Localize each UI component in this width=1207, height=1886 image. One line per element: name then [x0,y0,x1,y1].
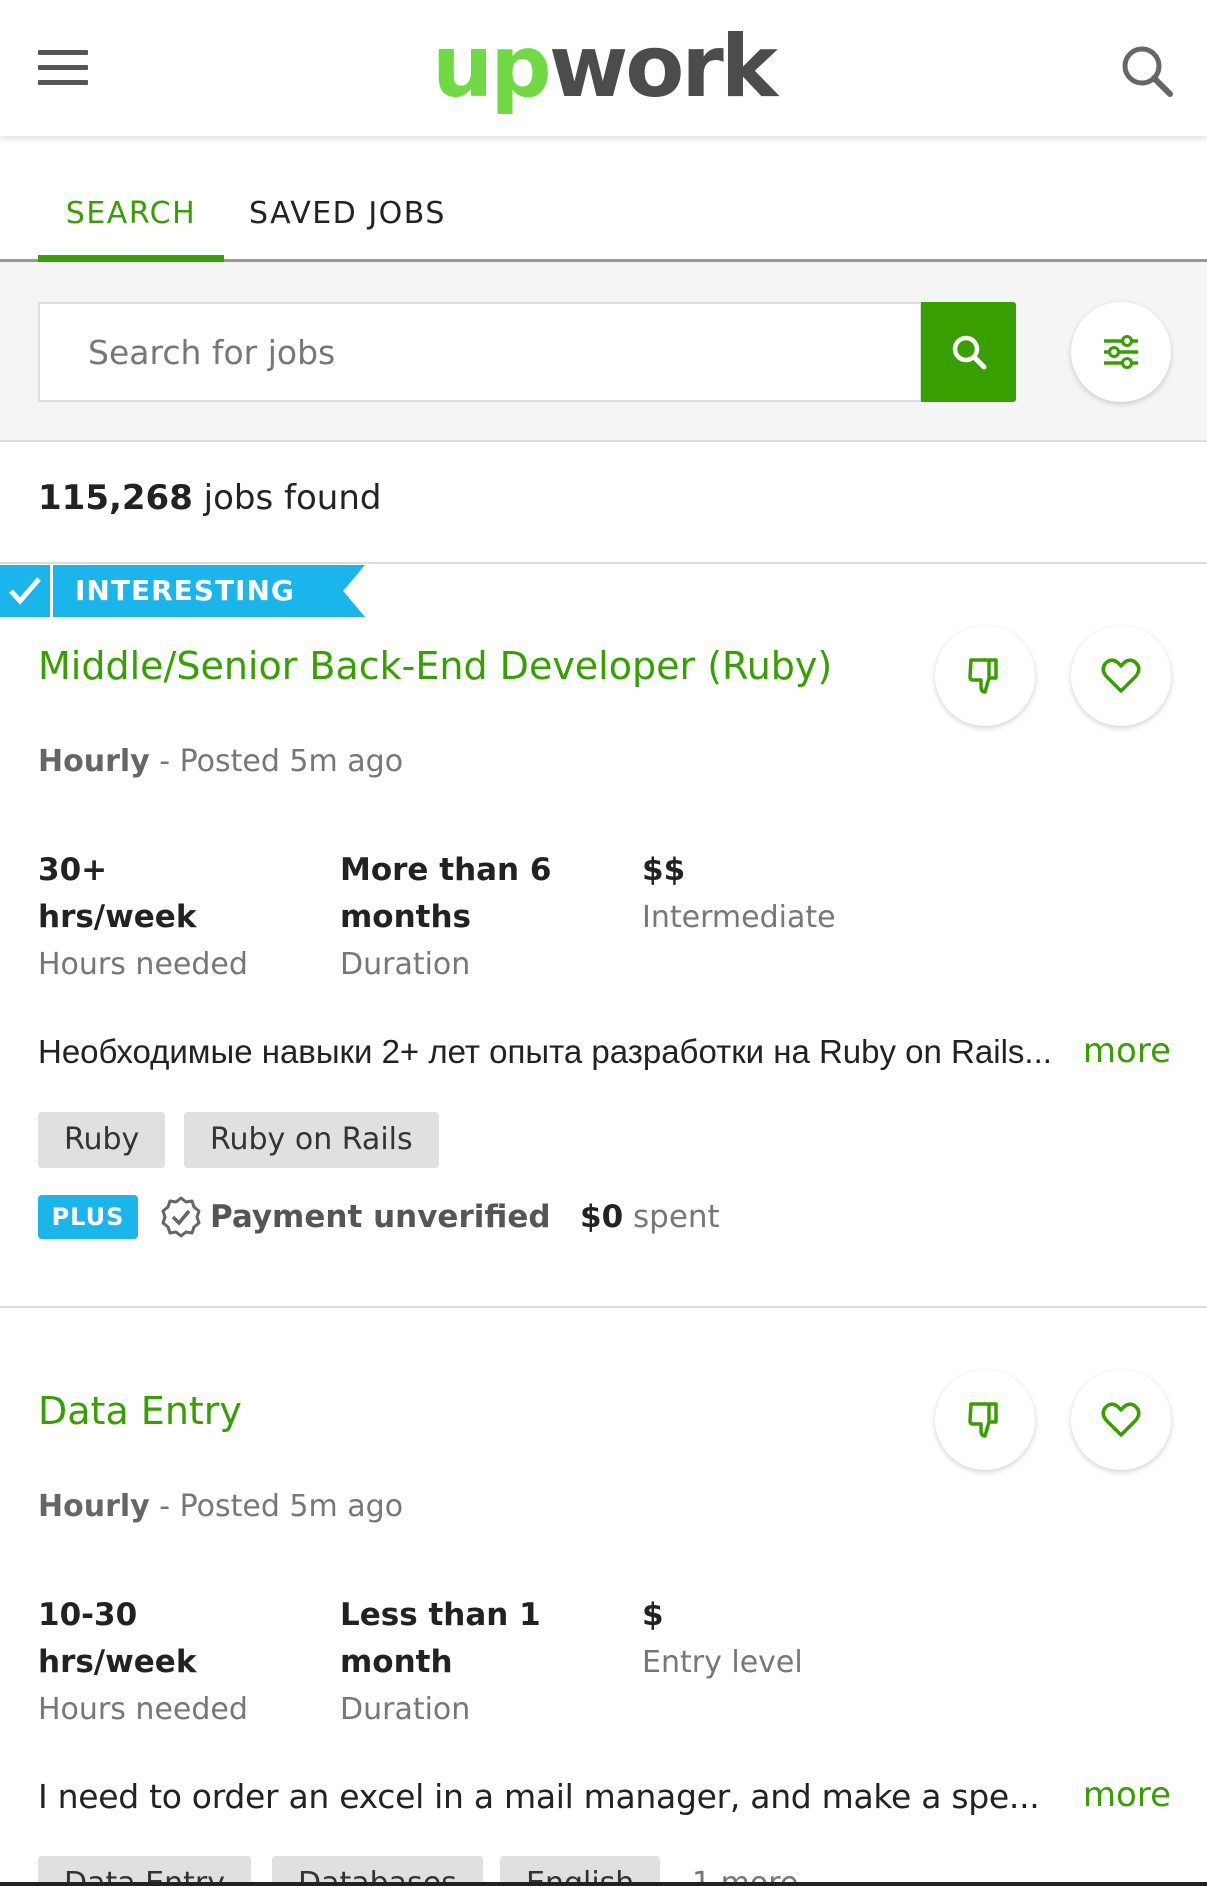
spent-label: spent [623,1199,720,1235]
experience-label: Intermediate [642,900,836,935]
hours-label: Hours needed [38,947,248,982]
duration-label: Duration [340,1692,471,1727]
search-icon[interactable] [1118,42,1176,100]
job-description: I need to order an excel in a mail manag… [38,1777,1040,1816]
divider [0,562,1207,564]
bottom-edge [0,1882,1207,1886]
duration-value: Less than 1 month [340,1597,541,1680]
hours-stat: 10-30 hrs/week Hours needed [38,1592,298,1733]
hours-stat: 30+ hrs/week Hours needed [38,847,298,988]
job-description: Необходимые навыки 2+ лет опыта разработ… [38,1033,1052,1070]
budget-stat: $$ Intermediate [642,847,902,941]
client-spent: $0 spent [580,1196,720,1238]
search-bar-area [0,262,1207,442]
thumbs-down-icon [968,658,998,694]
results-count-number: 115,268 [38,478,193,518]
search-submit-button[interactable] [921,302,1016,402]
job-title[interactable]: Data Entry [38,1389,242,1433]
hours-value: 30+ hrs/week [38,852,197,935]
hours-label: Hours needed [38,1692,248,1727]
job-meta: Hourly - Posted 5m ago [38,744,403,779]
duration-value: More than 6 months [340,852,552,935]
upwork-logo[interactable]: upwork [0,12,1207,122]
job-title[interactable]: Middle/Senior Back-End Developer (Ruby) [38,644,832,688]
budget-value: $ [642,1597,664,1633]
tab-saved-jobs[interactable]: SAVED JOBS [249,196,446,262]
budget-stat: $ Entry level [642,1592,902,1686]
more-link[interactable]: more [1083,1031,1171,1071]
sliders-filter-icon [1104,335,1138,369]
duration-label: Duration [340,947,471,982]
spent-amount: $0 [580,1199,624,1235]
logo-up: up [432,17,552,117]
dislike-button[interactable] [935,1370,1035,1470]
heart-icon [1101,658,1141,693]
hours-value: 10-30 hrs/week [38,1597,197,1680]
plus-badge: PLUS [38,1195,138,1239]
verified-badge-icon [160,1196,202,1238]
skill-tag[interactable]: Ruby [38,1112,166,1168]
job-type: Hourly [38,744,150,779]
heart-icon [1101,1402,1141,1437]
filter-button[interactable] [1071,302,1171,402]
save-job-button[interactable] [1071,1370,1171,1470]
search-input[interactable] [38,302,922,402]
app-header: upwork [0,0,1207,136]
interesting-badge: INTERESTING [53,565,365,617]
thumbs-down-icon [968,1402,998,1438]
search-icon [952,335,986,370]
results-count: 115,268 jobs found [38,478,381,518]
results-count-label: jobs found [203,478,382,518]
budget-value: $$ [642,852,686,888]
posted-time: - Posted 5m ago [149,1489,404,1524]
duration-stat: Less than 1 month Duration [340,1592,580,1733]
tab-search[interactable]: SEARCH [38,196,224,262]
logo-work: work [548,17,778,117]
duration-stat: More than 6 months Duration [340,847,580,988]
more-link[interactable]: more [1083,1775,1171,1815]
dislike-button[interactable] [935,626,1035,726]
job-type: Hourly [38,1489,150,1524]
payment-status: Payment unverified [210,1199,551,1235]
experience-label: Entry level [642,1645,803,1680]
save-job-button[interactable] [1071,626,1171,726]
checkmark-icon [0,565,50,617]
job-meta: Hourly - Posted 5m ago [38,1489,403,1524]
divider [0,1306,1207,1308]
posted-time: - Posted 5m ago [149,744,404,779]
tab-bar: SEARCH SAVED JOBS [0,136,1207,262]
skill-tag[interactable]: Ruby on Rails [184,1112,439,1168]
